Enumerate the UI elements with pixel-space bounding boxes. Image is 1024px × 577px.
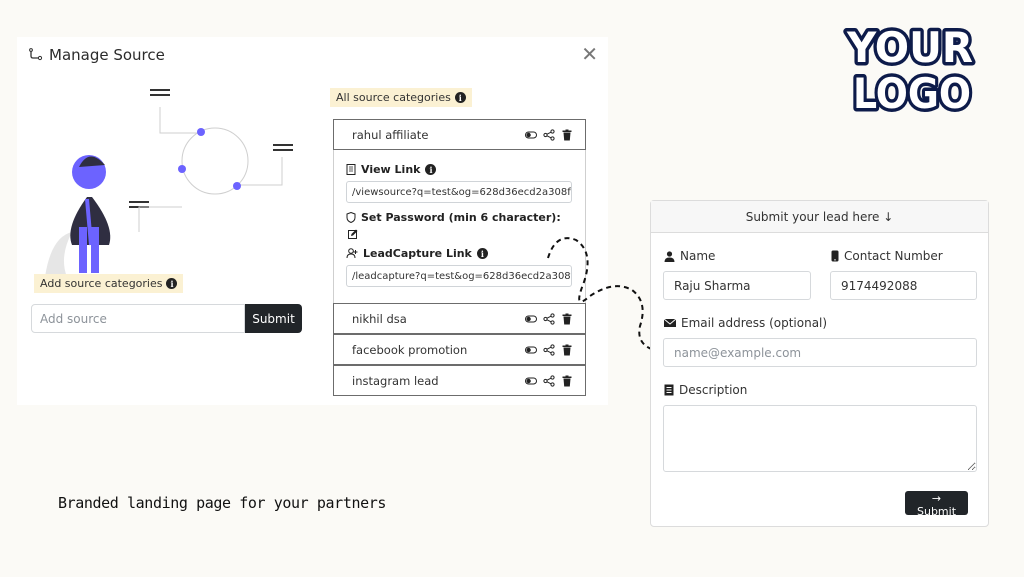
document-icon [664,384,674,396]
shield-icon [346,212,356,223]
category-actions [525,312,573,325]
name-input[interactable] [663,271,811,300]
add-source-input[interactable] [31,304,245,333]
toggle-icon[interactable] [525,129,537,141]
category-actions [525,343,573,356]
info-icon: i [166,278,178,289]
share-icon[interactable] [543,343,555,356]
your-logo: YOUR LOGO [843,22,977,116]
all-categories-label: All source categories i [330,88,472,107]
category-name: facebook promotion [352,342,468,357]
info-icon: i [476,248,488,259]
modal-title-text: Manage Source [49,46,165,64]
category-name: rahul affiliate [352,127,429,142]
name-label-text: Name [680,249,716,263]
leadcapture-text: LeadCapture Link [363,247,472,260]
add-source-submit-button[interactable]: Submit [245,304,302,333]
category-name: nikhil dsa [352,311,407,326]
logo-line-2: LOGO [853,69,971,116]
description-label-text: Description [679,383,748,397]
lead-submit-button[interactable]: → Submit [905,491,968,518]
list-item[interactable]: nikhil dsa [333,303,586,334]
leadcapture-link-label: LeadCapture Link i [346,247,573,260]
trash-icon[interactable] [561,129,573,141]
user-icon [664,250,675,262]
document-icon [346,164,356,175]
list-item[interactable]: rahul affiliate [333,119,586,150]
add-categories-label: Add source categories i [34,274,184,293]
category-actions [525,374,573,387]
add-categories-text: Add source categories [40,277,163,290]
all-categories-text: All source categories [336,91,451,104]
email-label-text: Email address (optional) [681,316,828,330]
edit-icon[interactable] [348,229,358,239]
modal-title: Manage Source [29,46,165,64]
list-item[interactable]: facebook promotion [333,334,586,365]
email-input[interactable] [663,338,977,367]
contact-label-text: Contact Number [844,249,943,263]
logo-line-1: YOUR [846,23,973,72]
user-add-icon [346,248,358,259]
category-name: instagram lead [352,373,439,388]
phone-icon [831,250,839,262]
description-textarea[interactable] [663,405,977,472]
envelope-icon [664,318,676,327]
toggle-icon[interactable] [525,375,537,387]
leadcapture-link-field[interactable]: /leadcapture?q=test&og=628d36ecd2a308f7d [346,265,572,287]
contact-label: Contact Number [831,249,943,263]
toggle-icon[interactable] [525,344,537,356]
info-icon: i [425,164,437,175]
contact-input[interactable] [830,271,977,300]
category-list: rahul affiliate View Link i /viewsource?… [333,119,586,396]
category-actions [525,128,573,141]
share-icon[interactable] [543,374,555,387]
description-label: Description [664,383,747,397]
share-icon[interactable] [543,128,555,141]
manage-source-modal: Manage Source ✕ Add source categories i [17,37,608,405]
trash-icon[interactable] [561,375,573,387]
lead-form-header: Submit your lead here ↓ [651,201,988,233]
view-link-field[interactable]: /viewsource?q=test&og=628d36ecd2a308f7de [346,181,572,203]
toggle-icon[interactable] [525,313,537,325]
trash-icon[interactable] [561,313,573,325]
name-label: Name [664,249,715,263]
view-link-text: View Link [361,163,421,176]
email-label: Email address (optional) [664,316,827,330]
trash-icon[interactable] [561,344,573,356]
view-link-label: View Link i [346,163,573,176]
lead-form-card: Submit your lead here ↓ Name Contact Num… [650,200,989,527]
share-icon[interactable] [543,312,555,325]
tagline: Branded landing page for your partners [58,494,386,512]
list-item[interactable]: instagram lead [333,365,586,396]
category-details: View Link i /viewsource?q=test&og=628d36… [333,150,586,303]
add-source-row: Submit [31,304,302,333]
password-label: Set Password (min 6 character): [346,211,573,224]
close-icon[interactable]: ✕ [581,44,598,64]
info-icon: i [454,92,466,103]
password-text: Set Password (min 6 character): [361,211,561,224]
source-branch-icon [29,48,43,61]
